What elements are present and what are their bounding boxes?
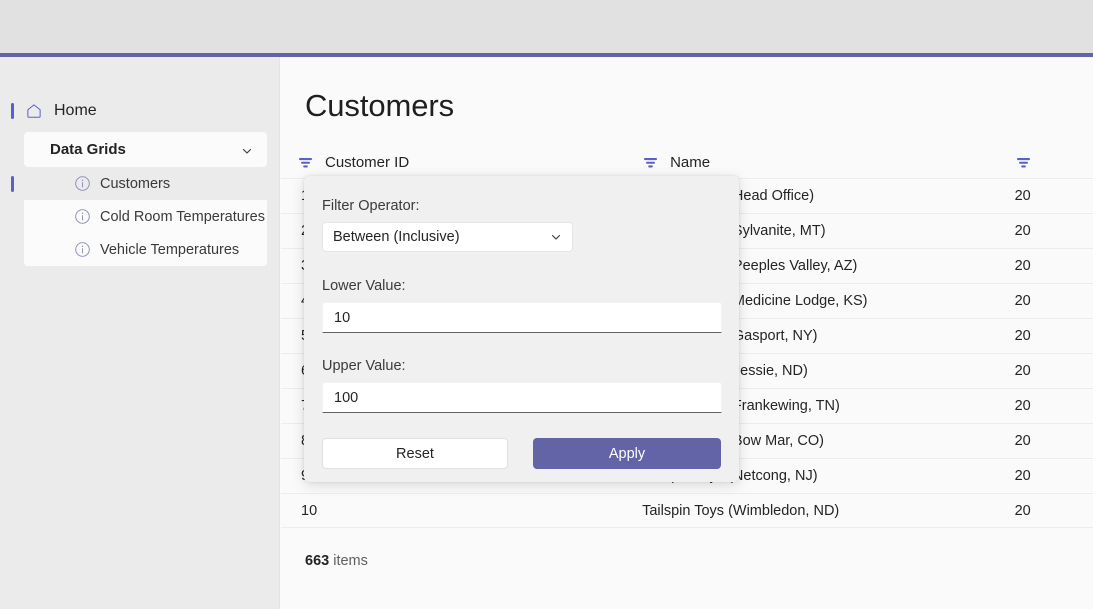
active-indicator-home (11, 103, 14, 119)
page-title: Customers (305, 88, 1093, 124)
row-count-value: 663 (305, 553, 329, 569)
row-count-label: items (333, 553, 368, 569)
lower-value-text: 10 (334, 310, 350, 326)
cell-third: 20 (1015, 188, 1093, 204)
home-icon (24, 101, 44, 121)
column-header-name[interactable]: Name (642, 154, 1015, 171)
cell-name: Tailspin Toys (Wimbledon, ND) (642, 503, 1014, 519)
cell-third: 20 (1015, 398, 1093, 414)
column-header-customer-id[interactable]: Customer ID (297, 154, 642, 171)
sidebar-item-customers[interactable]: Customers (24, 167, 267, 200)
chevron-down-icon (550, 231, 562, 243)
upper-value-label: Upper Value: (322, 358, 721, 374)
table-row[interactable]: 10Tailspin Toys (Wimbledon, ND)20 (281, 493, 1093, 528)
sidebar-item-vehicle-temperatures[interactable]: Vehicle Temperatures (24, 233, 267, 266)
sidebar-item-vehicle-temperatures-label: Vehicle Temperatures (100, 242, 239, 258)
filter-operator-select[interactable]: Between (Inclusive) (322, 222, 573, 252)
sidebar-item-cold-room-temperatures[interactable]: Cold Room Temperatures (24, 200, 267, 233)
sidebar-item-cold-room-temperatures-label: Cold Room Temperatures (100, 209, 265, 225)
sidebar-group-data-grids[interactable]: Data Grids (24, 132, 267, 167)
lower-value-label: Lower Value: (322, 278, 721, 294)
sidebar-item-home-label: Home (54, 102, 97, 120)
reset-button[interactable]: Reset (322, 438, 508, 469)
column-header-name-label: Name (670, 154, 710, 171)
filter-operator-value: Between (Inclusive) (333, 229, 460, 245)
cell-third: 20 (1015, 433, 1093, 449)
cell-third: 20 (1015, 258, 1093, 274)
filter-actions: Reset Apply (322, 438, 721, 469)
cell-third: 20 (1015, 328, 1093, 344)
info-icon (74, 208, 91, 225)
filter-icon[interactable] (642, 154, 659, 171)
sidebar-item-home[interactable]: Home (24, 96, 267, 126)
upper-value-text: 100 (334, 390, 358, 406)
data-grid-header-row: Customer ID Name (281, 146, 1093, 178)
apply-button[interactable]: Apply (533, 438, 721, 469)
cell-third: 20 (1015, 363, 1093, 379)
cell-customer-id: 10 (297, 503, 642, 519)
row-count-status: 663 items (305, 553, 1093, 569)
cell-third: 20 (1015, 503, 1093, 519)
filter-popup: Filter Operator: Between (Inclusive) Low… (304, 176, 739, 482)
filter-icon[interactable] (297, 154, 314, 171)
top-chrome-bar (0, 0, 1093, 53)
info-icon (74, 241, 91, 258)
cell-third: 20 (1015, 223, 1093, 239)
lower-value-input[interactable]: 10 (322, 302, 722, 333)
chevron-down-icon (241, 144, 253, 156)
sidebar-group-label: Data Grids (50, 141, 126, 158)
column-header-third[interactable] (1015, 154, 1093, 171)
info-icon (74, 175, 91, 192)
upper-value-input[interactable]: 100 (322, 382, 722, 413)
column-header-customer-id-label: Customer ID (325, 154, 409, 171)
sidebar-item-customers-label: Customers (100, 176, 170, 192)
filter-icon[interactable] (1015, 154, 1032, 171)
app-window: Home Data Grids Customers (0, 0, 1093, 609)
active-indicator-customers (11, 176, 14, 192)
sidebar-subitems-block: Cold Room Temperatures Vehicle Temperatu… (24, 200, 267, 266)
filter-operator-label: Filter Operator: (322, 198, 721, 214)
sidebar: Home Data Grids Customers (0, 57, 280, 609)
cell-third: 20 (1015, 293, 1093, 309)
cell-third: 20 (1015, 468, 1093, 484)
